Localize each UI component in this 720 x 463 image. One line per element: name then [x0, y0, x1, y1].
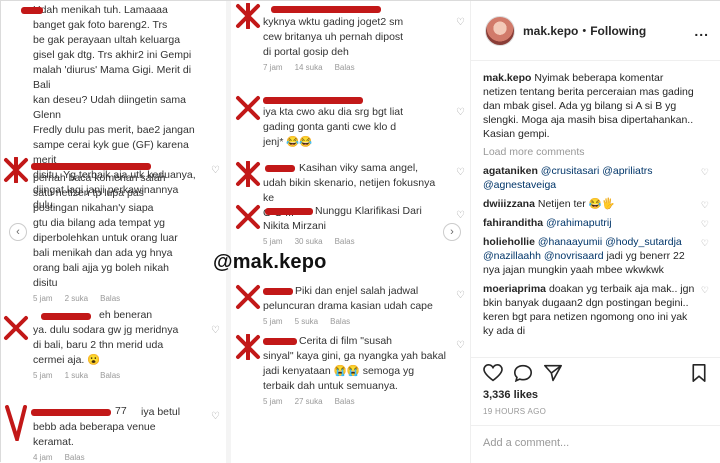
comment-meta: 5 jam 1 suka Balas [33, 371, 121, 380]
redaction-mark [271, 6, 381, 13]
redaction-mark [263, 288, 293, 295]
redaction-mark [263, 97, 363, 104]
redaction-scribble-icon [236, 334, 260, 360]
action-bar [471, 357, 720, 387]
screenshot-comment: ♡ Nunggu Klarifikasi Dari Nikita Mirzani… [231, 204, 470, 246]
heart-icon: ♡ [211, 325, 220, 336]
redaction-mark [31, 409, 111, 416]
add-comment-input[interactable] [483, 437, 683, 449]
screenshot-comment: ♡ iya kta cwo aku dia srg bgt liat gadin… [231, 93, 470, 150]
comments-list[interactable]: mak.kepo Nyimak beberapa komentar netize… [471, 63, 720, 359]
heart-icon: ♡ [456, 210, 465, 221]
comment-item: dwiiizzana Netijen ter 😂🖐 ♡ [483, 197, 709, 211]
instagram-post-modal: Udah menikah tuh. Lamaaaa banget gak fot… [0, 0, 720, 463]
redaction-scribble-icon [236, 3, 260, 29]
like-heart-icon[interactable]: ♡ [701, 217, 709, 231]
post-timestamp: 19 HOURS AGO [483, 407, 547, 416]
add-comment-box [471, 425, 720, 463]
screenshot-comment: 77 ♡ iya betul bebb ada beberapa venue k… [1, 405, 226, 462]
comment-username[interactable]: holiehollie [483, 236, 535, 248]
comment-item: holiehollie @hanaayumii @hody_sutardja @… [483, 235, 709, 277]
more-options-icon[interactable]: ... [694, 23, 709, 39]
heart-icon: ♡ [456, 290, 465, 301]
comment-meta: 4 jam Balas [33, 453, 85, 462]
screenshot-comment: ♡ Cerita di film "susah sinyal" kaya gin… [231, 334, 470, 406]
comment-username[interactable]: dwiiizzana [483, 198, 535, 210]
comment-text-fragment: eh beneran [99, 309, 153, 321]
share-icon[interactable] [543, 364, 563, 382]
comment-username[interactable]: fahiranditha [483, 217, 543, 229]
comment-text: pernah baca komenan salah satu netizen t… [33, 172, 178, 289]
comment-meta: 5 jam 5 suka Balas [263, 317, 351, 326]
redaction-mark [31, 163, 151, 170]
bookmark-icon[interactable] [691, 364, 707, 382]
comment-text-fragment: 77 [115, 405, 127, 417]
previous-arrow-icon[interactable]: ‹ [9, 223, 27, 241]
redaction-scribble-icon [236, 161, 260, 187]
redaction-scribble-icon [236, 285, 260, 309]
redaction-scribble-icon [4, 157, 28, 183]
redaction-scribble-icon [236, 205, 260, 229]
screenshot-comment: ♡ kyknya wktu gading joget2 sm cew brita… [231, 3, 470, 72]
caption-username[interactable]: mak.kepo [483, 72, 531, 84]
next-arrow-icon[interactable]: › [443, 223, 461, 241]
comment-bubble-icon[interactable] [513, 364, 533, 382]
redaction-mark [21, 7, 43, 14]
heart-icon: ♡ [211, 165, 220, 176]
heart-icon: ♡ [456, 17, 465, 28]
comment-meta: 5 jam 30 suka Balas [263, 237, 355, 246]
comment-username[interactable]: agataniken [483, 165, 538, 177]
likes-count[interactable]: 3,336 likes [483, 389, 538, 401]
screenshot-left-column: Udah menikah tuh. Lamaaaa banget gak fot… [1, 1, 226, 463]
like-heart-icon[interactable]: ♡ [701, 198, 709, 212]
screenshot-comment: ♡ Piki dan enjel salah jadwal peluncuran… [231, 284, 470, 326]
comment-username[interactable]: moeriaprima [483, 283, 546, 295]
comment-meta: 7 jam 14 suka Balas [263, 63, 355, 72]
screenshot-right-column: ♡ kyknya wktu gading joget2 sm cew brita… [231, 1, 470, 463]
following-button[interactable]: Following [590, 24, 646, 38]
post-sidebar: mak.kepo • Following ... mak.kepo Nyimak… [471, 1, 720, 463]
screenshot-comment: ♡ pernah baca komenan salah satu netizen… [1, 157, 226, 303]
comment-item: fahiranditha @rahimaputrij ♡ [483, 216, 709, 230]
redaction-mark [263, 338, 297, 345]
post-header: mak.kepo • Following ... [471, 1, 720, 61]
like-heart-icon[interactable] [483, 364, 503, 382]
like-heart-icon[interactable]: ♡ [701, 165, 709, 179]
heart-icon: ♡ [456, 340, 465, 351]
caption: mak.kepo Nyimak beberapa komentar netize… [483, 71, 709, 141]
header-username[interactable]: mak.kepo [523, 24, 578, 38]
comment-item: moeriaprima doakan yg terbaik aja mak.. … [483, 282, 709, 338]
redaction-mark [41, 313, 91, 320]
heart-icon: ♡ [456, 107, 465, 118]
redaction-scribble-icon [4, 316, 28, 340]
separator-dot: • [582, 24, 587, 37]
like-heart-icon[interactable]: ♡ [701, 283, 709, 297]
screenshot-comment: eh beneran ♡ ya. dulu sodara gw jg merid… [1, 309, 226, 380]
redaction-scribble-icon [5, 405, 27, 441]
post-image[interactable]: Udah menikah tuh. Lamaaaa banget gak fot… [1, 1, 471, 463]
redaction-mark [265, 165, 295, 172]
comment-text: Netijen ter 😂🖐 [537, 198, 615, 210]
like-heart-icon[interactable]: ♡ [701, 236, 709, 250]
heart-icon: ♡ [456, 167, 465, 178]
redaction-scribble-icon [236, 96, 260, 120]
watermark: @mak.kepo [213, 251, 327, 273]
load-more-comments-button[interactable]: Load more comments [483, 146, 709, 158]
comment-meta: 5 jam 2 suka Balas [33, 294, 121, 303]
comment-meta: 5 jam 27 suka Balas [263, 397, 355, 406]
avatar[interactable] [485, 15, 515, 46]
redaction-mark [265, 208, 313, 215]
heart-icon: ♡ [211, 411, 220, 422]
comment-item: agataniken @crusitasari @apriliatrs @agn… [483, 164, 709, 192]
comment-mentions[interactable]: @rahimaputrij [546, 217, 612, 229]
